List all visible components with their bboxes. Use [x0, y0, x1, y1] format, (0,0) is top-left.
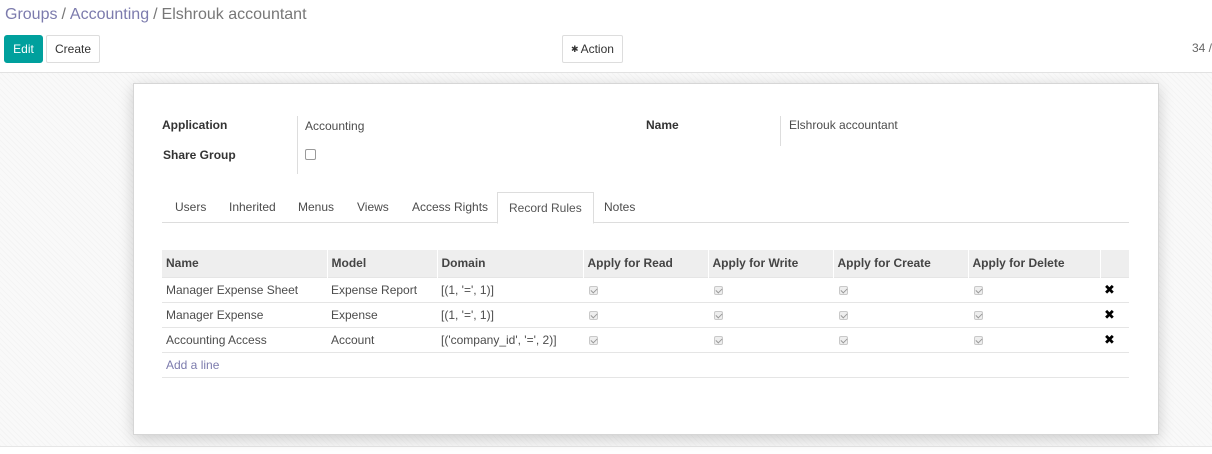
- column-header-apply-delete[interactable]: Apply for Delete: [967, 250, 1100, 277]
- tab-menus[interactable]: Menus: [287, 192, 345, 223]
- apply-read-cell: [583, 326, 708, 352]
- apply-create-checkbox[interactable]: [839, 310, 848, 320]
- tab-record-rules[interactable]: Record Rules: [497, 192, 594, 224]
- apply-read-checkbox[interactable]: [589, 310, 598, 320]
- apply-delete-cell: [968, 276, 1100, 302]
- action-button[interactable]: ✱ Action: [562, 35, 623, 63]
- name-label: Name: [646, 118, 679, 132]
- apply-create-checkbox[interactable]: [839, 285, 848, 295]
- apply-read-cell: [583, 301, 708, 327]
- add-line-cell: Add a line: [162, 351, 1129, 378]
- apply-delete-cell: [968, 326, 1100, 352]
- column-header-apply-create[interactable]: Apply for Create: [832, 250, 968, 277]
- column-header-name[interactable]: Name: [162, 250, 327, 277]
- delete-cell: ✖: [1100, 276, 1129, 302]
- tab-inherited[interactable]: Inherited: [218, 192, 287, 223]
- tab-users[interactable]: Users: [164, 192, 217, 223]
- apply-write-checkbox[interactable]: [714, 285, 723, 295]
- apply-read-cell: [583, 276, 708, 302]
- rule-name-cell[interactable]: Manager Expense: [162, 301, 327, 327]
- rule-model-cell[interactable]: Account: [327, 326, 437, 352]
- application-field[interactable]: Accounting: [305, 119, 364, 133]
- table-header-row: Name Model Domain Apply for Read Apply f…: [162, 250, 1129, 277]
- rule-model-cell[interactable]: Expense: [327, 301, 437, 327]
- apply-create-cell: [833, 276, 968, 302]
- apply-delete-cell: [968, 301, 1100, 327]
- apply-delete-checkbox[interactable]: [974, 285, 983, 295]
- apply-write-cell: [708, 276, 833, 302]
- rule-domain-cell[interactable]: [(1, '=', 1)]: [437, 276, 583, 302]
- column-header-apply-read[interactable]: Apply for Read: [582, 250, 708, 277]
- tab-views[interactable]: Views: [346, 192, 400, 223]
- apply-create-checkbox[interactable]: [839, 335, 848, 345]
- breadcrumb-accounting[interactable]: Accounting: [70, 6, 149, 23]
- column-header-model[interactable]: Model: [326, 250, 437, 277]
- breadcrumb-separator: /: [153, 6, 158, 23]
- tab-notes[interactable]: Notes: [593, 192, 646, 223]
- edit-button[interactable]: Edit: [4, 35, 43, 63]
- field-divider: [297, 116, 298, 174]
- bottom-strip: [0, 446, 1212, 454]
- add-line-link[interactable]: Add a line: [166, 358, 219, 372]
- apply-read-checkbox[interactable]: [589, 335, 598, 345]
- field-divider: [780, 116, 781, 146]
- application-label: Application: [162, 118, 228, 132]
- column-header-domain[interactable]: Domain: [436, 250, 583, 277]
- column-header-apply-write[interactable]: Apply for Write: [707, 250, 833, 277]
- action-button-label: Action: [580, 42, 614, 56]
- control-panel: Groups / Accounting / Elshrouk accountant Ed…: [0, 0, 1212, 73]
- create-button[interactable]: Create: [46, 35, 100, 63]
- apply-write-checkbox[interactable]: [714, 310, 723, 320]
- apply-read-checkbox[interactable]: [589, 285, 598, 295]
- apply-write-checkbox[interactable]: [714, 335, 723, 345]
- breadcrumb-current: Elshrouk accountant: [161, 6, 307, 23]
- close-icon[interactable]: ✖: [1104, 332, 1115, 347]
- delete-cell: ✖: [1100, 326, 1129, 352]
- rule-name-cell[interactable]: Accounting Access: [162, 326, 327, 352]
- add-line-row: Add a line: [162, 351, 1129, 378]
- delete-cell: ✖: [1100, 301, 1129, 327]
- apply-create-cell: [833, 301, 968, 327]
- share-group-checkbox[interactable]: [305, 149, 316, 160]
- tab-access-rights[interactable]: Access Rights: [401, 192, 499, 223]
- breadcrumb-separator: /: [61, 6, 66, 23]
- table-row[interactable]: Accounting Access Account [('company_id'…: [162, 326, 1129, 352]
- notebook-tabs: Users Inherited Menus Views Access Right…: [162, 192, 1129, 224]
- column-header-actions: [1099, 250, 1129, 277]
- name-field[interactable]: Elshrouk accountant: [789, 118, 898, 132]
- record-rules-table: Name Model Domain Apply for Read Apply f…: [162, 250, 1129, 378]
- rule-domain-cell[interactable]: [('company_id', '=', 2)]: [437, 326, 583, 352]
- rule-name-cell[interactable]: Manager Expense Sheet: [162, 276, 327, 302]
- apply-write-cell: [708, 301, 833, 327]
- share-group-label: Share Group: [163, 148, 236, 162]
- table-row[interactable]: Manager Expense Expense [(1, '=', 1)] ✖: [162, 301, 1129, 327]
- rule-model-cell[interactable]: Expense Report: [327, 276, 437, 302]
- apply-create-cell: [833, 326, 968, 352]
- breadcrumb: Groups / Accounting / Elshrouk accountant: [5, 6, 307, 24]
- close-icon[interactable]: ✖: [1104, 307, 1115, 322]
- breadcrumb-groups[interactable]: Groups: [5, 6, 57, 23]
- apply-delete-checkbox[interactable]: [974, 310, 983, 320]
- apply-delete-checkbox[interactable]: [974, 335, 983, 345]
- pager-value[interactable]: 34 /: [1192, 41, 1212, 55]
- rule-domain-cell[interactable]: [(1, '=', 1)]: [437, 301, 583, 327]
- table-row[interactable]: Manager Expense Sheet Expense Report [(1…: [162, 276, 1129, 302]
- close-icon[interactable]: ✖: [1104, 282, 1115, 297]
- apply-write-cell: [708, 326, 833, 352]
- gear-icon: ✱: [571, 44, 579, 54]
- form-sheet: Application Accounting Share Group Name …: [133, 83, 1159, 435]
